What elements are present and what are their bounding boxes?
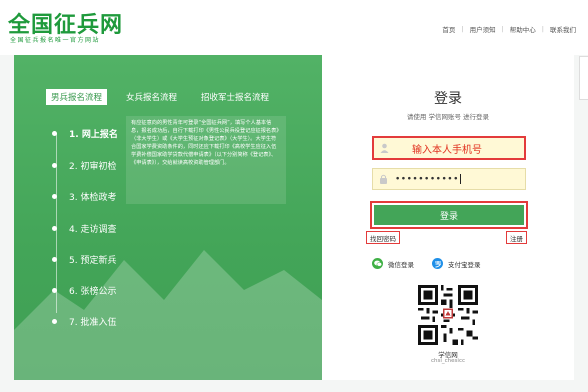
process-tabs: 男兵报名流程 女兵报名流程 招收军士报名流程 [46,89,288,105]
step-initial-check[interactable]: 2. 初审初检 [52,159,117,172]
login-subtitle: 请使用 学信网账号 进行登录 [406,113,490,121]
step-preselect-recruit[interactable]: 5. 预定新兵 [52,253,117,266]
nav-help-link[interactable]: 帮助中心 [510,24,536,34]
login-button-highlight: 登录 [370,201,528,229]
text-caret [459,173,461,184]
step-public-notice[interactable]: 6. 张榜公示 [52,284,117,297]
forgot-password-link[interactable]: 找回密码 [366,231,400,244]
nav-separator: | [461,25,464,33]
qr-sub-label: chsi_chesicc [431,358,465,364]
step-label: 6. 张榜公示 [69,287,117,297]
step-approve-enlistment[interactable]: 7. 批准入伍 [52,315,117,328]
nav-contact-link[interactable]: 联系我们 [550,24,576,34]
step-dot [52,226,57,231]
registration-process-panel: 男兵报名流程 女兵报名流程 招收军士报名流程 1. 网上报名 2. 初审初检 3… [14,55,322,380]
qr-code-icon [418,285,478,345]
step-label: 3. 体检政考 [69,193,117,203]
login-panel: 登录 请使用 学信网账号 进行登录 输入本人手机号 ••••••••••• 登录… [322,55,574,380]
wechat-login-button[interactable]: 微信登录 [372,258,414,269]
step-dot [52,194,57,199]
step-description-box: 有应征意向的男性青年可登录“全国征兵网”，填写个人基本信息，报名成功后，自行下载… [126,116,286,204]
wechat-icon [372,258,383,269]
nav-separator: | [541,25,544,33]
step-description-text: 有应征意向的男性青年可登录“全国征兵网”，填写个人基本信息，报名成功后，自行下载… [131,120,279,166]
alipay-icon [432,258,443,269]
alipay-login-label: 支付宝登录 [448,260,481,269]
register-link[interactable]: 注册 [506,231,527,244]
step-label: 5. 预定新兵 [69,256,117,266]
step-physical-political-check[interactable]: 3. 体检政考 [52,190,117,203]
step-dot [52,257,57,262]
side-float-tab[interactable] [579,56,588,100]
step-dot [52,131,57,136]
password-mask: ••••••••••• [395,173,461,185]
step-label: 2. 初审初检 [69,162,117,172]
page-header: 全国征兵网 全国征兵报名唯一官方网站 首页 | 用户须知 | 帮助中心 | 联系… [0,0,588,55]
top-nav: 首页 | 用户须知 | 帮助中心 | 联系我们 [442,24,576,34]
site-logo-subtitle: 全国征兵报名唯一官方网站 [10,37,101,44]
login-title: 登录 [434,91,462,107]
nav-user-notice-link[interactable]: 用户须知 [470,24,496,34]
step-label: 7. 批准入伍 [69,318,117,328]
step-dot [52,319,57,324]
login-button[interactable]: 登录 [374,205,524,225]
step-label: 4. 走访调查 [69,225,117,235]
step-visit-investigation[interactable]: 4. 走访调查 [52,222,117,235]
nav-home-link[interactable]: 首页 [442,24,455,34]
step-dot [52,288,57,293]
step-label: 1. 网上报名 [69,130,118,140]
nav-separator: | [501,25,504,33]
wechat-login-label: 微信登录 [388,260,414,269]
tab-male-process[interactable]: 男兵报名流程 [46,89,108,105]
user-icon [378,142,390,154]
phone-input-hint: 输入本人手机号 [412,144,482,156]
alipay-login-button[interactable]: 支付宝登录 [432,258,481,269]
tab-female-process[interactable]: 女兵报名流程 [121,89,182,105]
step-dot [52,163,57,168]
password-input[interactable]: ••••••••••• [372,168,526,190]
step-online-registration[interactable]: 1. 网上报名 [52,127,118,140]
tab-nco-process[interactable]: 招收军士报名流程 [196,89,274,105]
lock-icon [377,173,389,185]
phone-input[interactable]: 输入本人手机号 [372,136,526,160]
